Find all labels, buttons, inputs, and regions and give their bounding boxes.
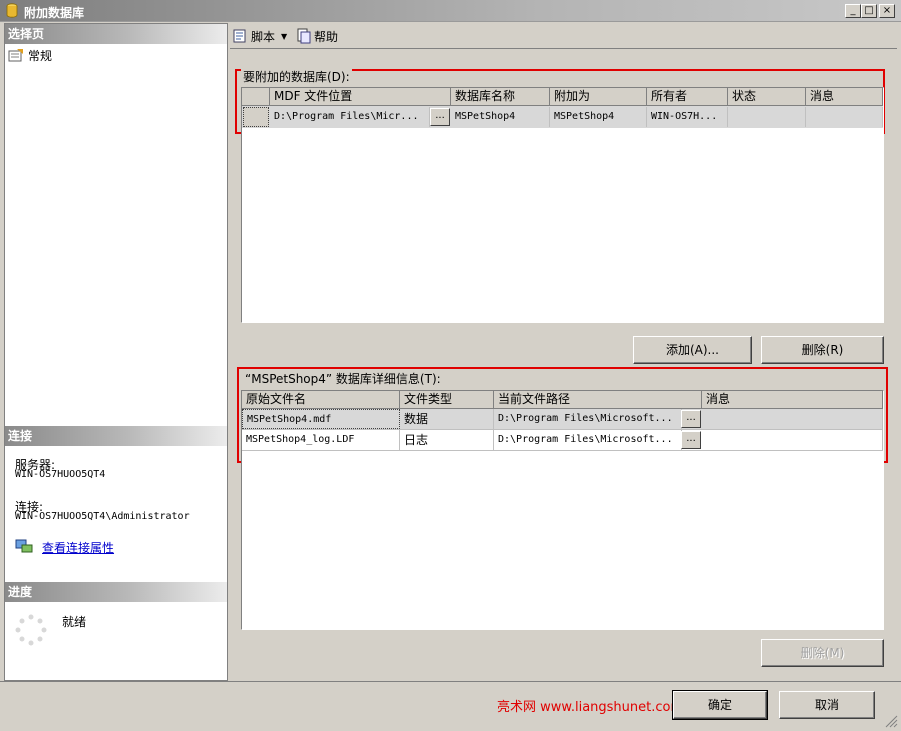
cell-file[interactable]: MSPetShop4_log.LDF (242, 430, 400, 450)
page-item-label: 常规 (28, 48, 53, 63)
resize-grip-icon[interactable] (884, 714, 898, 728)
database-icon (6, 3, 18, 18)
cell-status (728, 107, 806, 127)
cell-attach-as[interactable]: MSPetShop4 (550, 107, 647, 127)
cell-message (702, 430, 883, 450)
script-icon (233, 29, 246, 43)
column-header-attach-as[interactable]: 附加为 (550, 88, 647, 106)
cell-owner[interactable]: WIN-OS7H... (647, 107, 728, 127)
details-grid[interactable]: 原始文件名 文件类型 当前文件路径 消息 MSPetShop4.mdf 数据 D… (241, 390, 884, 630)
browse-path-button[interactable]: ... (681, 431, 701, 449)
script-label: 脚本 (251, 29, 276, 44)
toolbar: 脚本 ▼ 帮助 (230, 23, 897, 49)
column-header-message[interactable]: 消息 (806, 88, 883, 106)
chevron-down-icon: ▼ (281, 31, 288, 41)
window-title: 附加数据库 (24, 6, 85, 20)
help-button[interactable]: 帮助 (296, 27, 338, 45)
cell-path[interactable]: D:\Program Files\Microsoft... (494, 409, 682, 429)
row-selector[interactable] (243, 107, 269, 127)
progress-status: 就绪 (62, 615, 87, 629)
browse-mdf-button[interactable]: ... (430, 108, 450, 126)
connection-properties-icon (15, 539, 33, 553)
title-bar: 附加数据库 _ □ × (0, 0, 901, 22)
cell-file[interactable]: MSPetShop4.mdf (242, 409, 400, 429)
help-label: 帮助 (314, 29, 339, 44)
remove-file-button[interactable]: 删除(M) (761, 639, 884, 667)
connection-value: WIN-OS7HUOO5QT4\Administrator (15, 511, 190, 522)
column-header-original-file[interactable]: 原始文件名 (242, 391, 400, 409)
select-page-header: 选择页 (5, 24, 227, 44)
details-section-label: “MSPetShop4” 数据库详细信息(T): (243, 370, 443, 387)
left-panel: 选择页 常规 连接 服务器: WIN-OS7HUOO5QT4 连接: WIN-O… (4, 23, 228, 681)
close-button[interactable]: × (879, 4, 895, 18)
browse-path-button[interactable]: ... (681, 410, 701, 428)
footer-divider (0, 681, 901, 682)
cell-mdf[interactable]: D:\Program Files\Micr... (270, 107, 430, 127)
progress-spinner-icon (15, 614, 47, 646)
connection-header: 连接 (5, 426, 227, 446)
table-row[interactable]: MSPetShop4.mdf 数据 D:\Program Files\Micro… (242, 409, 883, 430)
column-header-file-type[interactable]: 文件类型 (400, 391, 494, 409)
cell-message (806, 107, 883, 127)
cell-db-name[interactable]: MSPetShop4 (451, 107, 550, 127)
help-icon (297, 28, 311, 44)
cell-type: 日志 (400, 430, 494, 450)
column-header-db-name[interactable]: 数据库名称 (451, 88, 550, 106)
progress-header: 进度 (5, 582, 227, 602)
cell-message (702, 409, 883, 429)
row-header-column (242, 88, 270, 106)
main-content: 要附加的数据库(D): MDF 文件位置 数据库名称 附加为 所有者 状态 消息… (230, 49, 897, 681)
table-row[interactable]: D:\Program Files\Micr... ... MSPetShop4 … (242, 106, 883, 128)
column-header-owner[interactable]: 所有者 (647, 88, 728, 106)
minimize-button[interactable]: _ (845, 4, 861, 18)
remove-database-button[interactable]: 删除(R) (761, 336, 884, 364)
server-value: WIN-OS7HUOO5QT4 (15, 469, 106, 480)
general-page-icon (8, 49, 23, 62)
table-row[interactable]: MSPetShop4_log.LDF 日志 D:\Program Files\M… (242, 430, 883, 451)
cell-type: 数据 (400, 409, 494, 429)
databases-grid[interactable]: MDF 文件位置 数据库名称 附加为 所有者 状态 消息 D:\Program … (241, 87, 884, 323)
column-header-current-path[interactable]: 当前文件路径 (494, 391, 702, 409)
script-button[interactable]: 脚本 ▼ (232, 27, 287, 45)
add-button[interactable]: 添加(A)... (633, 336, 752, 364)
databases-section-label: 要附加的数据库(D): (241, 68, 352, 85)
column-header-message[interactable]: 消息 (702, 391, 883, 409)
ok-button[interactable]: 确定 (672, 690, 768, 720)
column-header-status[interactable]: 状态 (728, 88, 806, 106)
page-item-general[interactable]: 常规 (8, 46, 52, 64)
view-connection-properties-link[interactable]: 查看连接属性 (42, 539, 114, 556)
maximize-button[interactable]: □ (861, 4, 877, 18)
cancel-button[interactable]: 取消 (779, 691, 875, 719)
watermark-text: 亮术网 www.liangshunet.com (497, 700, 684, 715)
column-header-mdf[interactable]: MDF 文件位置 (270, 88, 451, 106)
cell-path[interactable]: D:\Program Files\Microsoft... (494, 430, 682, 450)
